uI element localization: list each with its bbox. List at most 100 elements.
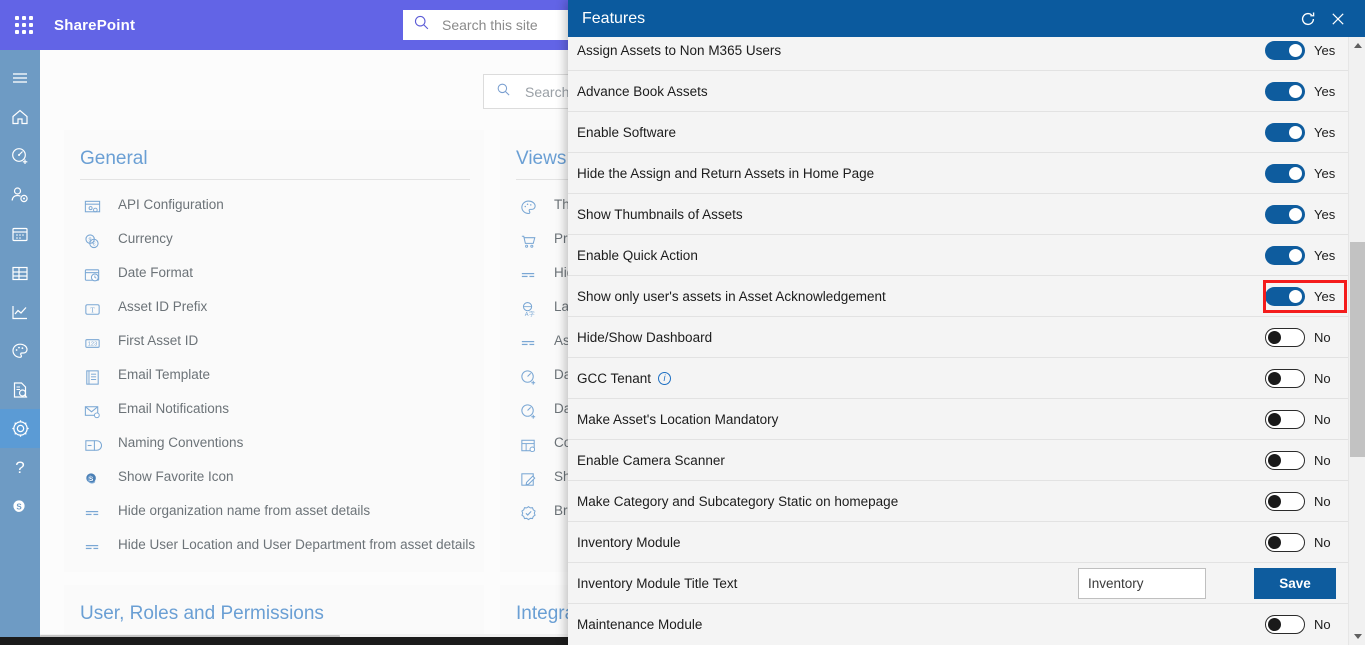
feature-label: Show Thumbnails of Assets xyxy=(577,206,743,222)
feature-toggle-value: Yes xyxy=(1314,165,1336,181)
text-prefix-icon: T xyxy=(80,298,104,320)
feature-toggle-value: Yes xyxy=(1314,247,1336,263)
option-label: Naming Conventions xyxy=(118,435,244,450)
feature-label: Hide/Show Dashboard xyxy=(577,329,713,345)
option-show-favorite-icon[interactable]: S Show Favorite Icon xyxy=(80,462,484,496)
feature-toggle[interactable] xyxy=(1265,245,1305,265)
option-naming-conventions[interactable]: Naming Conventions xyxy=(80,428,484,462)
home-icon[interactable] xyxy=(0,97,40,136)
dashboard-add-icon[interactable] xyxy=(0,136,40,175)
features-panel-scrollbar[interactable] xyxy=(1348,37,1365,645)
feature-label: Enable Quick Action xyxy=(577,247,698,263)
option-first-asset-id[interactable]: 123 First Asset ID xyxy=(80,326,484,360)
feature-row-input[interactable]: Inventory Module Title Text Save xyxy=(568,563,1348,604)
option-label: Hide User Location and User Department f… xyxy=(118,537,476,552)
feature-toggle[interactable] xyxy=(1265,327,1305,347)
feature-toggle[interactable] xyxy=(1265,491,1305,511)
option-label: First Asset ID xyxy=(118,333,199,348)
chart-icon[interactable] xyxy=(0,292,40,331)
feature-toggle[interactable] xyxy=(1265,204,1305,224)
feature-label: Make Asset's Location Mandatory xyxy=(577,411,779,427)
scrollbar-thumb[interactable] xyxy=(1350,242,1365,457)
option-label: API Configuration xyxy=(118,197,224,212)
option-date-format[interactable]: Date Format xyxy=(80,258,484,292)
scroll-up-arrow[interactable] xyxy=(1349,37,1365,54)
feature-toggle[interactable] xyxy=(1265,409,1305,429)
option-label: Email Notifications xyxy=(118,401,230,416)
app-launcher-icon[interactable] xyxy=(0,0,48,50)
feature-row[interactable]: Enable Camera Scanner No xyxy=(568,440,1348,481)
feature-toggle-value: No xyxy=(1314,411,1331,427)
svg-text:T: T xyxy=(90,306,95,314)
feature-toggle[interactable] xyxy=(1265,122,1305,142)
option-currency[interactable]: $ € Currency xyxy=(80,224,484,258)
option-email-notifications[interactable]: Email Notifications xyxy=(80,394,484,428)
feature-toggle-value: Yes xyxy=(1314,124,1336,140)
option-email-template[interactable]: Email Template xyxy=(80,360,484,394)
feature-toggle[interactable] xyxy=(1265,81,1305,101)
feature-row[interactable]: Show Thumbnails of Assets Yes xyxy=(568,194,1348,235)
option-api-configuration[interactable]: API Configuration xyxy=(80,190,484,224)
feature-row[interactable]: Make Asset's Location Mandatory No xyxy=(568,399,1348,440)
feature-toggle[interactable] xyxy=(1265,450,1305,470)
email-template-icon xyxy=(80,366,104,388)
feature-row[interactable]: Assign Assets to Non M365 Users Yes xyxy=(568,37,1348,71)
feature-toggle[interactable] xyxy=(1265,615,1305,634)
feature-row[interactable]: Inventory Module No xyxy=(568,522,1348,563)
option-label: Currency xyxy=(118,231,173,246)
hamburger-menu-icon[interactable] xyxy=(0,58,40,97)
feature-row[interactable]: Advance Book Assets Yes xyxy=(568,71,1348,112)
feature-toggle-value: Yes xyxy=(1314,83,1336,99)
left-nav-rail: ? S xyxy=(0,50,40,641)
question-mark-icon[interactable]: ? xyxy=(0,448,40,487)
scroll-down-arrow[interactable] xyxy=(1349,628,1365,645)
feature-label: Assign Assets to Non M365 Users xyxy=(577,42,782,58)
palette-icon[interactable] xyxy=(0,331,40,370)
feature-toggle-value: Yes xyxy=(1314,42,1336,58)
feature-row[interactable]: Make Category and Subcategory Static on … xyxy=(568,481,1348,522)
feature-row-highlighted[interactable]: Show only user's assets in Asset Acknowl… xyxy=(568,276,1348,317)
feature-toggle[interactable] xyxy=(1265,368,1305,388)
feature-toggle[interactable] xyxy=(1265,163,1305,183)
feature-row[interactable]: Maintenance Module No xyxy=(568,604,1348,645)
info-icon[interactable]: i xyxy=(658,371,672,385)
card-general: General API Configuration $ € Currency Da… xyxy=(64,130,484,572)
feature-label: Make Category and Subcategory Static on … xyxy=(577,493,899,509)
option-asset-id-prefix[interactable]: T Asset ID Prefix xyxy=(80,292,484,326)
user-settings-icon[interactable] xyxy=(0,175,40,214)
inventory-module-title-input[interactable] xyxy=(1078,567,1206,599)
hide-lines-icon xyxy=(516,264,540,286)
option-label: Date Format xyxy=(118,265,194,280)
feature-toggle[interactable] xyxy=(1265,532,1305,552)
table-icon[interactable] xyxy=(0,253,40,292)
hide-lines-icon xyxy=(516,332,540,354)
feature-row[interactable]: Hide the Assign and Return Assets in Hom… xyxy=(568,153,1348,194)
close-icon[interactable] xyxy=(1323,4,1353,34)
divider xyxy=(80,179,470,180)
app-title[interactable]: SharePoint xyxy=(54,17,135,34)
feature-row[interactable]: Enable Quick Action Yes xyxy=(568,235,1348,276)
calendar-icon[interactable] xyxy=(0,214,40,253)
option-hide-user-location-department[interactable]: Hide User Location and User Department f… xyxy=(80,530,484,564)
cart-icon xyxy=(516,230,540,252)
feature-toggle[interactable] xyxy=(1265,40,1305,60)
refresh-icon[interactable] xyxy=(1293,4,1323,34)
feature-row[interactable]: Hide/Show Dashboard No xyxy=(568,317,1348,358)
feature-toggle-value: No xyxy=(1314,493,1331,509)
document-search-icon[interactable] xyxy=(0,370,40,409)
feature-row[interactable]: Enable Software Yes xyxy=(568,112,1348,153)
feature-toggle[interactable] xyxy=(1265,286,1305,306)
option-hide-organization-name[interactable]: Hide organization name from asset detail… xyxy=(80,496,484,530)
feature-row[interactable]: GCC Tenant i No xyxy=(568,358,1348,399)
save-button[interactable]: Save xyxy=(1254,567,1336,599)
feature-label: Inventory Module Title Text xyxy=(577,575,738,591)
feature-label: GCC Tenant xyxy=(577,370,652,386)
feature-label: Advance Book Assets xyxy=(577,83,708,99)
features-panel-body: Assign Assets to Non M365 Users Yes Adva… xyxy=(568,37,1365,645)
sharepoint-icon[interactable]: S xyxy=(0,487,40,526)
email-settings-icon xyxy=(80,400,104,422)
svg-text:123: 123 xyxy=(87,341,97,347)
feature-toggle-value: No xyxy=(1314,329,1331,345)
number-123-icon: 123 xyxy=(80,332,104,354)
gear-icon[interactable] xyxy=(0,409,40,448)
